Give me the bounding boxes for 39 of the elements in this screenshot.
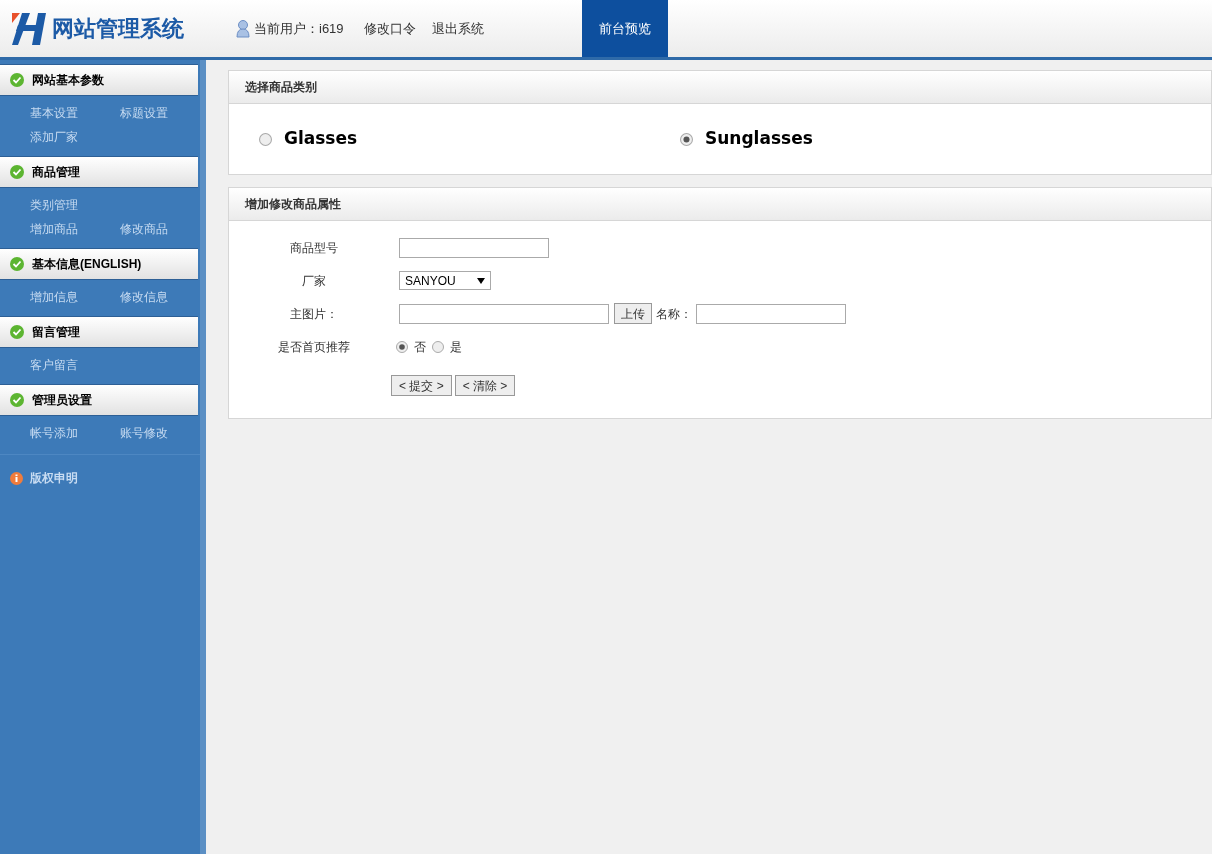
field-label: 厂家 xyxy=(301,272,327,290)
check-icon xyxy=(10,165,24,179)
sidebar-section-header[interactable]: 管理员设置 xyxy=(0,384,198,416)
check-icon xyxy=(10,325,24,339)
logo-text: 网站管理系统 xyxy=(52,15,184,43)
header-link[interactable]: 退出系统 xyxy=(431,18,484,39)
info-icon xyxy=(10,471,23,485)
sidebar-section-header[interactable]: 商品管理 xyxy=(0,156,198,188)
field-label: 名称： xyxy=(656,305,692,323)
logo-icon xyxy=(12,12,46,45)
name-input[interactable] xyxy=(696,303,846,324)
form-button[interactable]: < 提交 > xyxy=(391,375,452,396)
preview-button[interactable]: 前台预览 xyxy=(581,0,668,57)
category-label: Sunglasses xyxy=(705,127,813,151)
sidebar-section-header[interactable]: 基本信息(ENGLISH) xyxy=(0,248,198,280)
radio-button[interactable] xyxy=(259,132,272,146)
model-input[interactable] xyxy=(399,237,549,258)
current-user-text: 当前用户：i619 xyxy=(254,19,344,38)
form-button[interactable]: < 清除 > xyxy=(454,375,516,396)
radio-button[interactable] xyxy=(432,340,444,353)
sidebar-section-header[interactable]: 留言管理 xyxy=(0,316,198,348)
check-icon xyxy=(10,73,24,87)
user-icon xyxy=(236,19,250,38)
field-label: 主图片： xyxy=(289,305,339,323)
category-label: Glasses xyxy=(284,127,358,151)
image-path-input[interactable] xyxy=(399,303,609,324)
option-label: 是 xyxy=(450,338,462,356)
field-label: 是否首页推荐 xyxy=(277,338,351,356)
dropdown-arrow-icon xyxy=(477,277,485,284)
check-icon xyxy=(10,393,24,407)
radio-button[interactable] xyxy=(396,340,408,353)
maker-select[interactable]: SANYOU xyxy=(399,271,491,290)
upload-button[interactable]: 上传 xyxy=(614,303,652,324)
sidebar-section-header[interactable]: 网站基本参数 xyxy=(0,64,198,96)
check-icon xyxy=(10,257,24,271)
field-label: 商品型号 xyxy=(289,239,339,257)
radio-button[interactable] xyxy=(680,132,693,146)
header-link[interactable]: 修改口令 xyxy=(363,18,416,39)
option-label: 否 xyxy=(414,338,426,356)
